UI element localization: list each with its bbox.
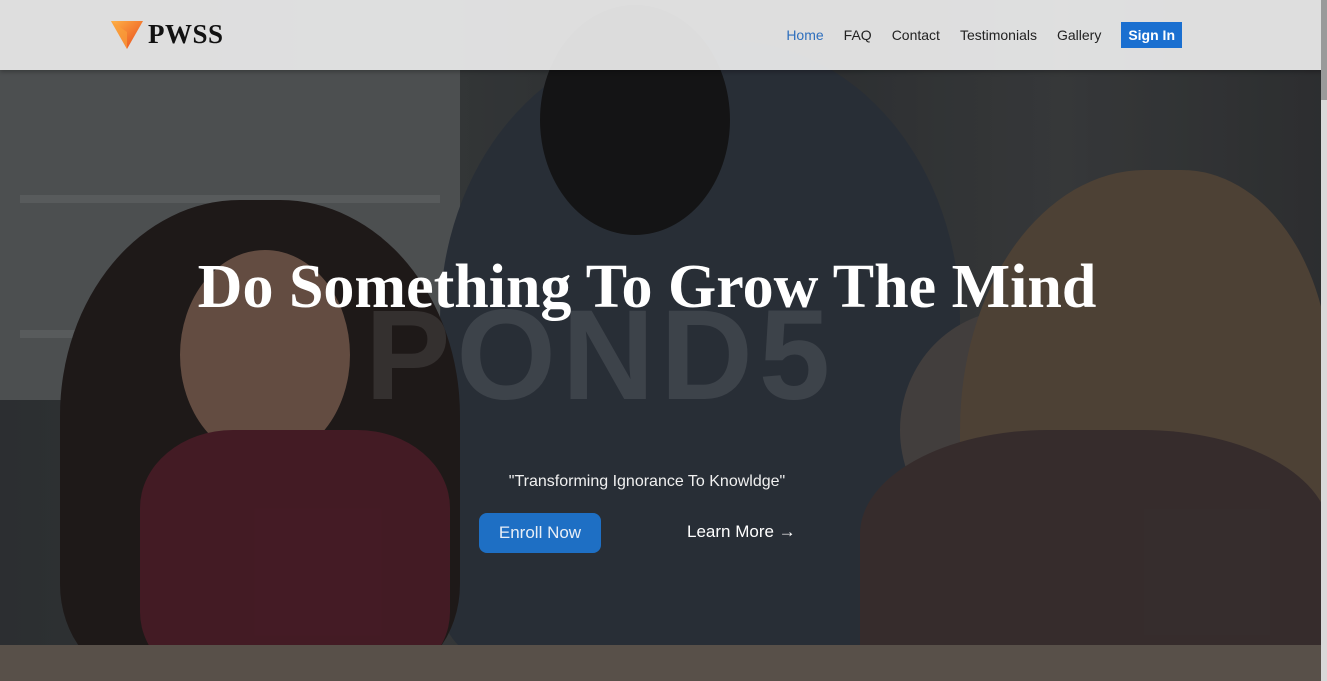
enroll-now-button[interactable]: Enroll Now <box>479 513 601 553</box>
nav-home[interactable]: Home <box>786 22 823 48</box>
learn-more-link[interactable]: Learn More → <box>687 521 796 543</box>
scrollbar-thumb[interactable] <box>1321 0 1327 100</box>
page-scrollbar[interactable] <box>1321 0 1327 681</box>
main-nav: Home FAQ Contact Testimonials Gallery Si… <box>766 22 1182 48</box>
hero-headline: Do Something To Grow The Mind <box>197 253 1097 321</box>
nav-contact[interactable]: Contact <box>892 22 940 48</box>
hero-tagline: "Transforming Ignorance To Knowldge" <box>508 473 786 490</box>
sign-in-button[interactable]: Sign In <box>1121 22 1182 48</box>
nav-testimonials[interactable]: Testimonials <box>960 22 1037 48</box>
brand-name: PWSS <box>148 19 224 49</box>
nav-gallery[interactable]: Gallery <box>1057 22 1101 48</box>
brand-logo[interactable]: PWSS <box>110 19 224 50</box>
nav-faq[interactable]: FAQ <box>844 22 872 48</box>
triangle-logo-icon <box>111 20 143 49</box>
navbar: PWSS Home FAQ Contact Testimonials Galle… <box>0 0 1327 70</box>
